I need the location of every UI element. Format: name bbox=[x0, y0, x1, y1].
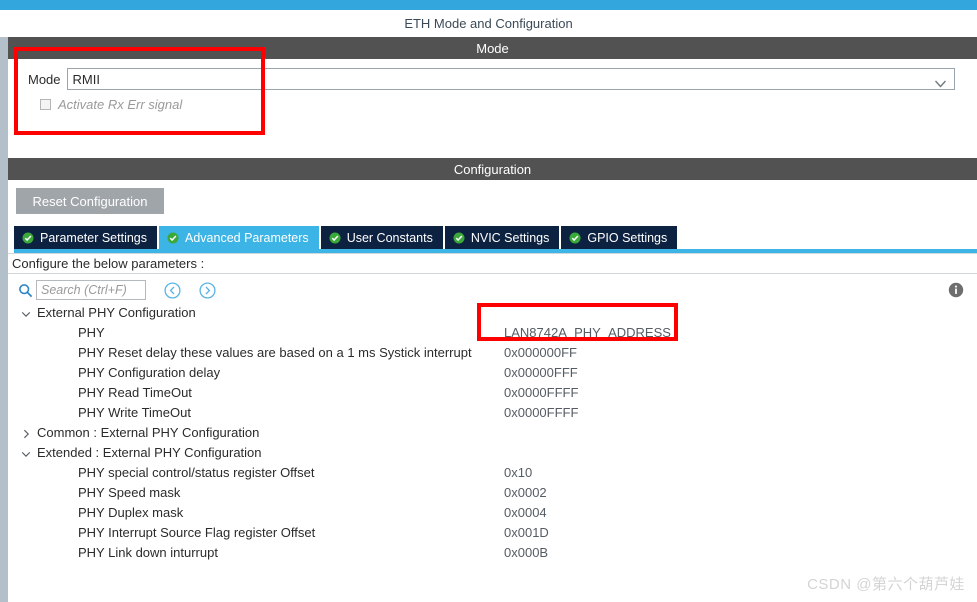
chevron-right-circle-icon[interactable] bbox=[199, 281, 216, 299]
tab-label: Advanced Parameters bbox=[185, 230, 309, 245]
page-title: ETH Mode and Configuration bbox=[0, 10, 977, 37]
tab-parameter-settings[interactable]: Parameter Settings bbox=[14, 226, 157, 249]
left-edge-strip bbox=[0, 37, 8, 602]
tab-advanced-parameters[interactable]: Advanced Parameters bbox=[159, 226, 319, 249]
configuration-section-body: Reset Configuration Parameter Settings A… bbox=[8, 180, 977, 602]
tree-item-label: PHY Interrupt Source Flag register Offse… bbox=[78, 524, 316, 540]
mode-section-body: Mode RMII Activate Rx Err signal bbox=[8, 59, 977, 145]
tree-item-value[interactable]: 0x0002 bbox=[504, 485, 547, 500]
activate-rx-err-label: Activate Rx Err signal bbox=[58, 97, 183, 112]
mode-dropdown-value: RMII bbox=[72, 71, 100, 87]
configuration-tabbar: Parameter Settings Advanced Parameters U… bbox=[14, 226, 679, 249]
info-icon[interactable] bbox=[948, 282, 964, 298]
configuration-section-header: Configuration bbox=[8, 158, 977, 180]
reset-configuration-button[interactable]: Reset Configuration bbox=[16, 188, 164, 214]
tree-item-value[interactable]: 0x001D bbox=[504, 525, 549, 540]
parameter-tree: External PHY Configuration PHY LAN8742A_… bbox=[8, 302, 977, 598]
tree-item-value[interactable]: LAN8742A_PHY_ADDRESS bbox=[504, 325, 671, 340]
tree-item-label: PHY bbox=[78, 324, 105, 340]
tree-item-label: PHY Duplex mask bbox=[78, 504, 184, 520]
tree-item-value[interactable]: 0x10 bbox=[504, 465, 532, 480]
mode-selector-row: Mode RMII bbox=[28, 68, 955, 90]
tree-group-common-external-phy-configuration[interactable]: Common : External PHY Configuration bbox=[8, 422, 977, 442]
tab-gpio-settings[interactable]: GPIO Settings bbox=[561, 226, 678, 249]
tree-row[interactable]: PHY Configuration delay 0x00000FFF bbox=[8, 362, 977, 382]
tree-item-label: PHY Speed mask bbox=[78, 484, 181, 500]
tab-user-constants[interactable]: User Constants bbox=[320, 226, 443, 249]
check-circle-icon bbox=[569, 232, 581, 244]
mode-label: Mode bbox=[28, 71, 61, 87]
tree-item-label: PHY Link down inturrupt bbox=[78, 544, 218, 560]
tree-row[interactable]: PHY Duplex mask 0x0004 bbox=[8, 502, 977, 522]
tree-row[interactable]: PHY Link down inturrupt 0x000B bbox=[8, 542, 977, 562]
tree-item-value[interactable]: 0x0004 bbox=[504, 505, 547, 520]
mode-section-header: Mode bbox=[8, 37, 977, 59]
tree-row[interactable]: PHY Interrupt Source Flag register Offse… bbox=[8, 522, 977, 542]
tree-item-value[interactable]: 0x0000FFFF bbox=[504, 385, 578, 400]
watermark: CSDN @第六个葫芦娃 bbox=[807, 576, 965, 593]
panel-gap-left-strip bbox=[0, 145, 8, 158]
check-circle-icon bbox=[167, 232, 179, 244]
tree-item-value[interactable]: 0x00000FFF bbox=[504, 365, 578, 380]
activate-rx-err-checkbox[interactable] bbox=[40, 99, 51, 110]
tree-item-value[interactable]: 0x000B bbox=[504, 545, 548, 560]
panel-gap bbox=[0, 145, 977, 158]
chevron-right-icon[interactable] bbox=[21, 427, 31, 439]
tree-item-label: PHY Configuration delay bbox=[78, 364, 221, 380]
tree-item-label: PHY special control/status register Offs… bbox=[78, 464, 315, 480]
search-icon bbox=[18, 283, 33, 298]
mode-dropdown[interactable]: RMII bbox=[66, 68, 955, 90]
tree-row[interactable]: PHY Reset delay these values are based o… bbox=[8, 342, 977, 362]
check-circle-icon bbox=[329, 232, 341, 244]
tree-row[interactable]: PHY special control/status register Offs… bbox=[8, 462, 977, 482]
search-input[interactable] bbox=[36, 280, 146, 300]
activate-rx-err-checkbox-row[interactable]: Activate Rx Err signal bbox=[40, 97, 182, 112]
tree-item-label: PHY Reset delay these values are based o… bbox=[78, 344, 472, 360]
configure-notice: Configure the below parameters : bbox=[8, 253, 977, 274]
tree-item-value[interactable]: 0x0000FFFF bbox=[504, 405, 578, 420]
tab-label: GPIO Settings bbox=[587, 230, 668, 245]
tree-group-label: Common : External PHY Configuration bbox=[37, 424, 260, 440]
tree-group-external-phy-configuration[interactable]: External PHY Configuration bbox=[8, 302, 977, 322]
tree-group-label: External PHY Configuration bbox=[37, 304, 196, 320]
chevron-down-icon[interactable] bbox=[21, 447, 31, 458]
tree-group-extended-external-phy-configuration[interactable]: Extended : External PHY Configuration bbox=[8, 442, 977, 462]
tree-item-value[interactable]: 0x000000FF bbox=[504, 345, 577, 360]
chevron-left-circle-icon[interactable] bbox=[164, 281, 181, 299]
tab-label: Parameter Settings bbox=[40, 230, 147, 245]
tree-row[interactable]: PHY Write TimeOut 0x0000FFFF bbox=[8, 402, 977, 422]
tree-row[interactable]: PHY Read TimeOut 0x0000FFFF bbox=[8, 382, 977, 402]
chevron-down-icon bbox=[934, 76, 946, 88]
tab-label: NVIC Settings bbox=[470, 230, 550, 245]
tree-item-label: PHY Write TimeOut bbox=[78, 404, 191, 420]
tab-label: User Constants bbox=[346, 230, 433, 245]
top-accent-bar bbox=[0, 0, 977, 10]
tree-row[interactable]: PHY LAN8742A_PHY_ADDRESS bbox=[8, 322, 977, 342]
tree-item-label: PHY Read TimeOut bbox=[78, 384, 192, 400]
check-circle-icon bbox=[22, 232, 34, 244]
check-circle-icon bbox=[453, 232, 465, 244]
parameter-search-row bbox=[12, 278, 972, 302]
tree-group-label: Extended : External PHY Configuration bbox=[37, 444, 262, 460]
tab-nvic-settings[interactable]: NVIC Settings bbox=[444, 226, 560, 249]
tree-row[interactable]: PHY Speed mask 0x0002 bbox=[8, 482, 977, 502]
chevron-down-icon[interactable] bbox=[21, 307, 31, 318]
